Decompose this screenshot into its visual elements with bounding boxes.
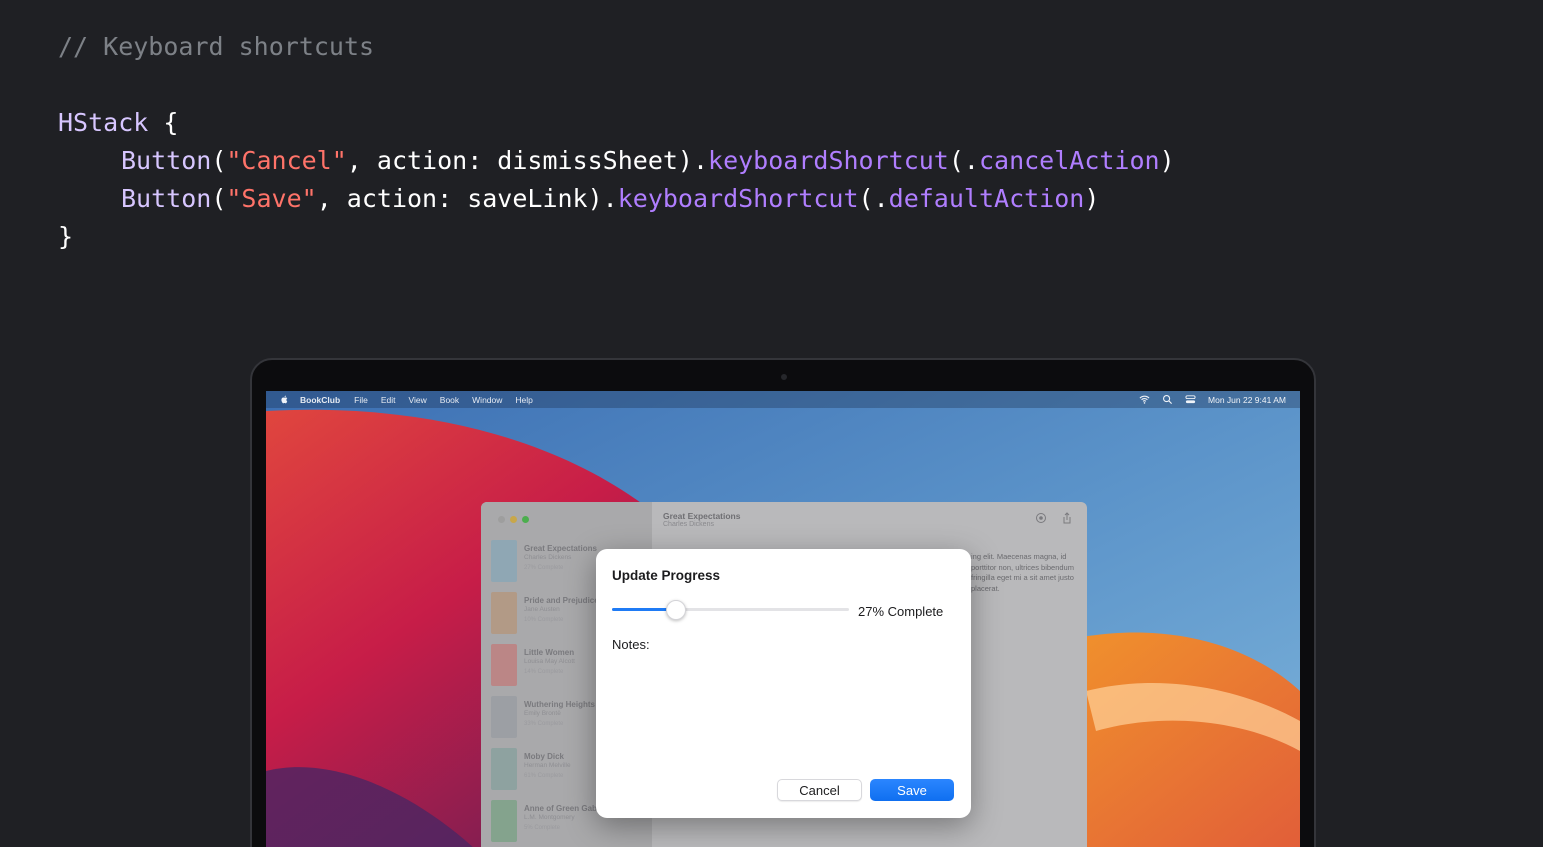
code-paren: ) <box>1084 184 1100 213</box>
book-cover <box>491 644 517 686</box>
menu-bar: BookClub File Edit View Book Window Help… <box>266 391 1300 408</box>
slider-knob[interactable] <box>665 600 686 620</box>
minimize-window-icon[interactable] <box>510 516 517 523</box>
menu-help[interactable]: Help <box>515 395 532 405</box>
menu-view[interactable]: View <box>409 395 427 405</box>
menu-window[interactable]: Window <box>472 395 502 405</box>
code-paren: ( <box>211 184 227 213</box>
book-cover <box>491 800 517 842</box>
menu-file[interactable]: File <box>354 395 368 405</box>
code-paren: (. <box>858 184 889 213</box>
code-action: , action: dismissSheet). <box>346 146 709 175</box>
code-line-hstack: HStack { <box>58 104 178 142</box>
book-progress: 5% Complete <box>524 825 561 831</box>
book-author: L.M. Montgomery <box>524 814 575 821</box>
wifi-icon[interactable] <box>1139 394 1150 405</box>
code-button-keyword: Button <box>121 184 212 213</box>
book-cover <box>491 748 517 790</box>
progress-toolbar-icon[interactable] <box>1035 512 1047 524</box>
camera-dot <box>781 374 787 380</box>
code-hstack: HStack <box>58 108 149 137</box>
code-snippet: // Keyboard shortcuts HStack { Button("C… <box>58 28 1175 251</box>
save-button[interactable]: Save <box>870 779 954 801</box>
window-title: Great Expectations <box>663 511 741 521</box>
menu-clock[interactable]: Mon Jun 22 9:41 AM <box>1208 395 1286 405</box>
cancel-button[interactable]: Cancel <box>777 779 862 801</box>
code-comment: // Keyboard shortcuts <box>58 32 375 61</box>
code-default-action: defaultAction <box>888 184 1085 213</box>
code-open-brace: { <box>148 108 179 137</box>
code-modifier: keyboardShortcut <box>617 184 859 213</box>
book-title: Pride and Prejudice <box>524 596 599 605</box>
close-window-icon[interactable] <box>498 516 505 523</box>
code-modifier: keyboardShortcut <box>708 146 949 175</box>
code-button-keyword: Button <box>121 146 212 175</box>
notes-field[interactable] <box>612 655 954 767</box>
notes-label: Notes: <box>612 637 650 652</box>
code-paren: (. <box>948 146 979 175</box>
code-line-cancel: Button("Cancel", action: dismissSheet).k… <box>121 142 1175 180</box>
book-notes-text: ing elit. Maecenas magna, id porttitor n… <box>971 552 1074 593</box>
code-line-save: Button("Save", action: saveLink).keyboar… <box>121 180 1099 218</box>
book-author: Charles Dickens <box>524 554 572 561</box>
window-subtitle: Charles Dickens <box>663 521 714 528</box>
sheet-title: Update Progress <box>612 568 721 583</box>
code-cancel-action: cancelAction <box>978 146 1160 175</box>
zoom-window-icon[interactable] <box>522 516 529 523</box>
code-paren: ) <box>1159 146 1175 175</box>
book-author: Jane Austen <box>524 606 560 613</box>
book-title: Moby Dick <box>524 752 565 761</box>
book-cover <box>491 540 517 582</box>
book-progress: 27% Complete <box>524 565 564 571</box>
menu-book[interactable]: Book <box>440 395 459 405</box>
book-progress: 14% Complete <box>524 669 564 675</box>
code-paren: ( <box>211 146 227 175</box>
book-title: Little Women <box>524 648 575 657</box>
share-icon[interactable] <box>1061 512 1073 524</box>
book-cover <box>491 696 517 738</box>
progress-percent-label: 27% Complete <box>858 604 944 619</box>
book-progress: 33% Complete <box>524 721 564 727</box>
code-cancel-string: "Cancel" <box>226 146 347 175</box>
control-center-icon[interactable] <box>1185 394 1196 405</box>
progress-slider[interactable] <box>612 600 849 620</box>
code-save-string: "Save" <box>226 184 317 213</box>
book-title: Great Expectations <box>524 544 597 553</box>
book-progress: 10% Complete <box>524 617 564 623</box>
update-progress-sheet: Update Progress 27% Complete Notes: Canc… <box>596 549 971 818</box>
menu-bar-extras: Mon Jun 22 9:41 AM <box>1139 391 1286 408</box>
search-icon[interactable] <box>1162 394 1173 405</box>
book-progress: 61% Complete <box>524 773 564 779</box>
menu-edit[interactable]: Edit <box>381 395 396 405</box>
book-author: Emily Brontë <box>524 710 561 717</box>
code-action: , action: saveLink). <box>316 184 618 213</box>
book-cover <box>491 592 517 634</box>
apple-icon[interactable] <box>280 395 289 404</box>
code-close-brace: } <box>58 222 74 251</box>
book-title: Wuthering Heights <box>524 700 595 709</box>
book-author: Herman Melville <box>524 762 571 769</box>
menu-app-name[interactable]: BookClub <box>300 395 340 405</box>
book-author: Louisa May Alcott <box>524 658 575 665</box>
